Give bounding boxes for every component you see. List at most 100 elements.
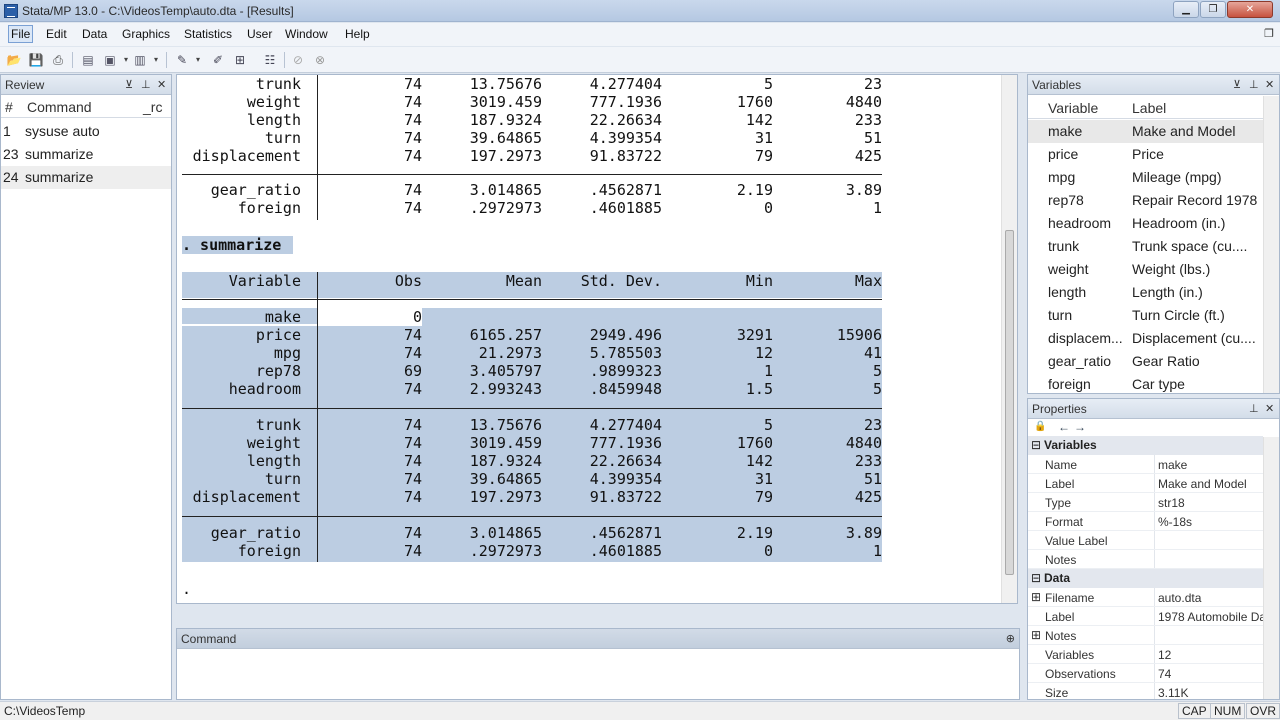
do-file-dropdown-icon[interactable]: ▾ <box>190 52 206 68</box>
variable-row[interactable]: gear_ratio Gear Ratio <box>1028 350 1263 373</box>
variable-name: foreign <box>1048 376 1091 392</box>
filter-icon[interactable]: ⊻ <box>125 78 133 91</box>
property-row[interactable]: Name make <box>1028 455 1263 474</box>
print-icon[interactable]: ⎙ <box>50 52 66 68</box>
property-row[interactable]: ⊞ Filename auto.dta <box>1028 588 1263 607</box>
menu-user[interactable]: User <box>244 27 275 41</box>
filter-icon[interactable]: ⊻ <box>1233 78 1241 91</box>
property-row[interactable]: Size 3.11K <box>1028 683 1263 699</box>
close-button[interactable]: ✕ <box>1227 1 1273 18</box>
more-icon[interactable]: ⊘ <box>290 52 306 68</box>
review-col-num[interactable]: # <box>5 99 13 115</box>
cell-sd: 777.1936 <box>589 93 662 111</box>
results-scroll-thumb[interactable] <box>1005 230 1014 575</box>
results-scrollbar[interactable] <box>1001 75 1017 603</box>
data-editor-edit-icon[interactable]: ✐ <box>210 52 226 68</box>
close-panel-icon[interactable]: ✕ <box>1265 78 1274 91</box>
review-col-command[interactable]: Command <box>27 99 92 115</box>
menu-data[interactable]: Data <box>79 27 110 41</box>
pin-icon[interactable]: ⊥ <box>1249 402 1259 415</box>
pin-icon[interactable]: ⊥ <box>141 78 151 91</box>
collapse-icon[interactable]: ⊟ <box>1031 438 1041 452</box>
save-icon[interactable]: 💾 <box>28 52 44 68</box>
review-row[interactable]: 24 summarize <box>1 166 171 189</box>
break-icon[interactable]: ⊗ <box>312 52 328 68</box>
property-row[interactable]: Type str18 <box>1028 493 1263 512</box>
property-row[interactable]: Label Make and Model <box>1028 474 1263 493</box>
graph-dropdown-icon[interactable]: ▾ <box>148 52 164 68</box>
variables-col-variable[interactable]: Variable <box>1048 100 1098 116</box>
variable-row[interactable]: length Length (in.) <box>1028 281 1263 304</box>
do-file-editor-icon[interactable]: ✎ <box>174 52 190 68</box>
property-key: Notes <box>1045 553 1077 567</box>
menu-statistics[interactable]: Statistics <box>181 27 235 41</box>
variable-row[interactable]: price Price <box>1028 143 1263 166</box>
results-window[interactable]: trunk 74 13.75676 4.277404 5 23 weight 74 3019.4… <box>176 74 1018 604</box>
mdi-restore-icon[interactable]: ❐ <box>1264 27 1274 40</box>
graph-icon[interactable]: ▥ <box>132 52 148 68</box>
cell-max: Max <box>854 272 882 290</box>
properties-section-header[interactable]: ⊟ Variables <box>1028 436 1263 455</box>
review-row[interactable]: 1 sysuse auto <box>1 120 171 143</box>
property-value: str18 <box>1158 496 1185 510</box>
cell-max: 1 <box>872 199 882 217</box>
menu-file[interactable]: File <box>8 25 34 43</box>
menu-graphics[interactable]: Graphics <box>119 27 173 41</box>
menu-window[interactable]: Window <box>282 27 331 41</box>
expand-icon[interactable]: ⊞ <box>1031 590 1041 604</box>
back-arrow-icon[interactable]: ← <box>1058 420 1070 434</box>
variable-row[interactable]: make Make and Model <box>1028 120 1263 143</box>
maximize-button[interactable]: ❐ <box>1200 1 1226 18</box>
expand-icon[interactable]: ⊞ <box>1031 628 1041 642</box>
close-panel-icon[interactable]: ✕ <box>157 78 166 91</box>
variables-col-label[interactable]: Label <box>1132 100 1166 116</box>
review-col-rc[interactable]: _rc <box>143 99 162 115</box>
cell-max: 5 <box>872 362 882 380</box>
properties-section-header[interactable]: ⊟ Data <box>1028 569 1263 588</box>
open-icon[interactable]: 📂 <box>6 52 22 68</box>
review-row[interactable]: 23 summarize <box>1 143 171 166</box>
pin-icon[interactable]: ⊥ <box>1249 78 1259 91</box>
menu-edit[interactable]: Edit <box>43 27 70 41</box>
lock-icon[interactable]: 🔒 <box>1034 421 1046 432</box>
variable-row[interactable]: mpg Mileage (mpg) <box>1028 166 1263 189</box>
property-value: 74 <box>1158 667 1172 681</box>
variable-row[interactable]: foreign Car type <box>1028 373 1263 393</box>
cell-mean: 3019.459 <box>469 434 542 452</box>
variables-manager-icon[interactable]: ☷ <box>262 52 278 68</box>
variable-row[interactable]: trunk Trunk space (cu.... <box>1028 235 1263 258</box>
variable-row[interactable]: rep78 Repair Record 1978 <box>1028 189 1263 212</box>
forward-arrow-icon[interactable]: → <box>1074 420 1086 434</box>
results-row: headroom 74 2.993243 .8459948 1.5 5 <box>177 380 897 398</box>
property-row[interactable]: Format %-18s <box>1028 512 1263 531</box>
variable-row[interactable]: turn Turn Circle (ft.) <box>1028 304 1263 327</box>
variable-row[interactable]: headroom Headroom (in.) <box>1028 212 1263 235</box>
menu-help[interactable]: Help <box>342 27 373 41</box>
review-row-num: 24 <box>3 169 19 185</box>
cell-min: 142 <box>745 111 773 129</box>
property-row[interactable]: ⊞ Notes <box>1028 626 1263 645</box>
property-row[interactable]: Observations 74 <box>1028 664 1263 683</box>
variable-name: gear_ratio <box>1048 353 1112 369</box>
property-row[interactable]: Value Label <box>1028 531 1263 550</box>
cell-obs: 74 <box>403 488 422 506</box>
variables-scrollbar[interactable] <box>1263 96 1279 393</box>
property-divider <box>1154 626 1155 644</box>
minimize-button[interactable]: ▁ <box>1173 1 1199 18</box>
variable-row[interactable]: displacem... Displacement (cu.... <box>1028 327 1263 350</box>
property-key: Name <box>1045 458 1078 472</box>
log-icon[interactable]: ▤ <box>80 52 96 68</box>
property-divider <box>1154 683 1155 699</box>
pin-icon[interactable]: ⊕ <box>1006 632 1015 645</box>
command-input[interactable] <box>179 651 1015 697</box>
viewer-icon[interactable]: ▣ <box>102 52 118 68</box>
collapse-icon[interactable]: ⊟ <box>1031 571 1041 585</box>
close-panel-icon[interactable]: ✕ <box>1265 402 1274 415</box>
property-row[interactable]: Notes <box>1028 550 1263 569</box>
properties-scrollbar[interactable] <box>1263 437 1279 699</box>
variable-row[interactable]: weight Weight (lbs.) <box>1028 258 1263 281</box>
property-row[interactable]: Variables 12 <box>1028 645 1263 664</box>
data-editor-browse-icon[interactable]: ⊞ <box>232 52 248 68</box>
cell-obs: 74 <box>403 326 422 344</box>
property-row[interactable]: Label 1978 Automobile Da <box>1028 607 1263 626</box>
